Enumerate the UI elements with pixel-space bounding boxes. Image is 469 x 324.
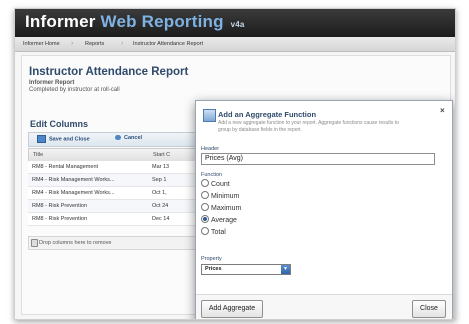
column-header-start[interactable]: Start C: [153, 152, 170, 158]
close-icon[interactable]: ×: [440, 106, 445, 115]
brand-version: v4a: [230, 20, 245, 29]
app-header: Informer Web Reporting v4a: [15, 9, 455, 37]
chevron-down-icon: ▼: [281, 265, 290, 274]
breadcrumb-reports[interactable]: Reports: [85, 41, 104, 47]
radio-maximum[interactable]: Maximum: [201, 203, 242, 214]
cancel-button[interactable]: Cancel: [115, 135, 142, 141]
brand-web: Web Reporting: [100, 12, 224, 31]
save-and-close-label: Save and Close: [49, 136, 90, 143]
property-select[interactable]: Prices ▼: [201, 264, 291, 275]
undo-icon: [115, 135, 121, 141]
drop-hint: Drop columns here to remove: [39, 240, 112, 246]
property-value: Prices: [205, 266, 222, 272]
property-label: Property: [201, 256, 222, 262]
radio-average[interactable]: Average: [201, 215, 237, 226]
radio-icon: [201, 179, 209, 187]
row-title: RM8 - Rental Management: [32, 164, 99, 170]
page-title: Instructor Attendance Report: [29, 66, 189, 78]
report-description: Completed by instructor at roll-call: [29, 87, 120, 93]
chevron-right-icon: ›: [71, 40, 74, 47]
radio-icon: [201, 227, 209, 235]
add-aggregate-button[interactable]: Add Aggregate: [201, 300, 263, 318]
radio-minimum[interactable]: Minimum: [201, 191, 240, 202]
radio-icon: [201, 203, 209, 211]
breadcrumb-home[interactable]: Informer Home: [23, 41, 60, 47]
row-title: RM4 - Risk Management Works...: [32, 190, 115, 196]
radio-count[interactable]: Count: [201, 179, 230, 190]
save-and-close-button[interactable]: Save and Close: [37, 135, 90, 143]
header-label: Header: [201, 146, 220, 152]
table-row[interactable]: RM8 - Risk Prevention Oct 24: [28, 200, 198, 213]
edit-columns-title: Edit Columns: [30, 119, 88, 129]
row-start: Oct 1,: [152, 190, 167, 196]
drop-zone[interactable]: Drop columns here to remove: [28, 236, 200, 250]
radio-selected-icon: [201, 215, 209, 223]
cancel-label: Cancel: [124, 135, 143, 141]
report-type: Informer Report: [29, 80, 75, 86]
radio-label: Minimum: [211, 192, 240, 200]
row-title: RM4 - Risk Management Works...: [32, 177, 115, 183]
column-header-title[interactable]: Title: [33, 152, 43, 158]
aggregate-dialog: Add an Aggregate Function Add a new aggr…: [195, 100, 453, 319]
row-title: RM8 - Risk Prevention: [32, 216, 88, 222]
app-logo[interactable]: Informer Web Reporting v4a: [25, 12, 245, 32]
row-start: Mar 13: [152, 164, 170, 170]
breadcrumb: Informer Home › Reports › Instructor Att…: [15, 37, 455, 52]
table-row[interactable]: RM8 - Risk Prevention Dec 14: [28, 213, 198, 226]
radio-label: Average: [211, 216, 237, 224]
row-start: Dec 14: [152, 216, 170, 222]
dialog-footer: Add Aggregate Close: [196, 294, 452, 319]
function-label: Function: [201, 172, 223, 178]
aggregate-icon: [203, 109, 216, 122]
row-title: RM8 - Risk Prevention: [32, 203, 88, 209]
table-row[interactable]: RM8 - Rental Management Mar 13: [28, 161, 198, 174]
row-start: Oct 24: [152, 203, 169, 209]
breadcrumb-current[interactable]: Instructor Attendance Report: [133, 41, 203, 47]
brand-main: Informer: [25, 12, 96, 31]
chevron-right-icon: ›: [121, 40, 124, 47]
save-icon: [37, 135, 46, 143]
table-row[interactable]: RM4 - Risk Management Works... Oct 1,: [28, 187, 198, 200]
browser-window: Informer Web Reporting v4a Informer Home…: [14, 8, 456, 320]
row-start: Sep 1: [152, 177, 167, 183]
dialog-title: Add an Aggregate Function: [218, 110, 317, 119]
table-row[interactable]: RM4 - Risk Management Works... Sep 1: [28, 174, 198, 187]
radio-label: Count: [211, 180, 230, 188]
trash-icon: [31, 239, 38, 247]
dialog-description: Add a new aggregate function to your rep…: [218, 120, 399, 133]
radio-total[interactable]: Total: [201, 227, 226, 238]
header-input[interactable]: [201, 153, 435, 165]
radio-icon: [201, 191, 209, 199]
close-button[interactable]: Close: [412, 300, 446, 318]
radio-label: Total: [211, 228, 226, 236]
radio-label: Maximum: [211, 204, 242, 212]
grid-header: Title Start C: [28, 148, 200, 162]
